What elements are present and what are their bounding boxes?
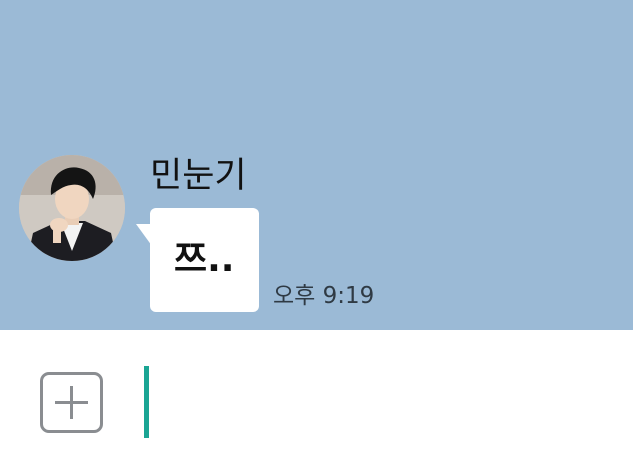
- bubble-tail: [136, 224, 152, 246]
- text-caret: [144, 366, 149, 438]
- message-timestamp: 오후 9:19: [273, 283, 375, 309]
- sender-name: 민눈기: [150, 156, 247, 196]
- user-photo-icon: [19, 155, 125, 261]
- message-input[interactable]: [140, 360, 610, 444]
- message-text: 쯔..: [174, 239, 235, 280]
- chat-area[interactable]: 민눈기 쯔.. 오후 9:19: [0, 0, 633, 330]
- plus-square-icon: [55, 386, 88, 419]
- attach-button[interactable]: [40, 372, 103, 433]
- sender-avatar[interactable]: [19, 155, 125, 261]
- message-bubble[interactable]: 쯔..: [136, 208, 259, 312]
